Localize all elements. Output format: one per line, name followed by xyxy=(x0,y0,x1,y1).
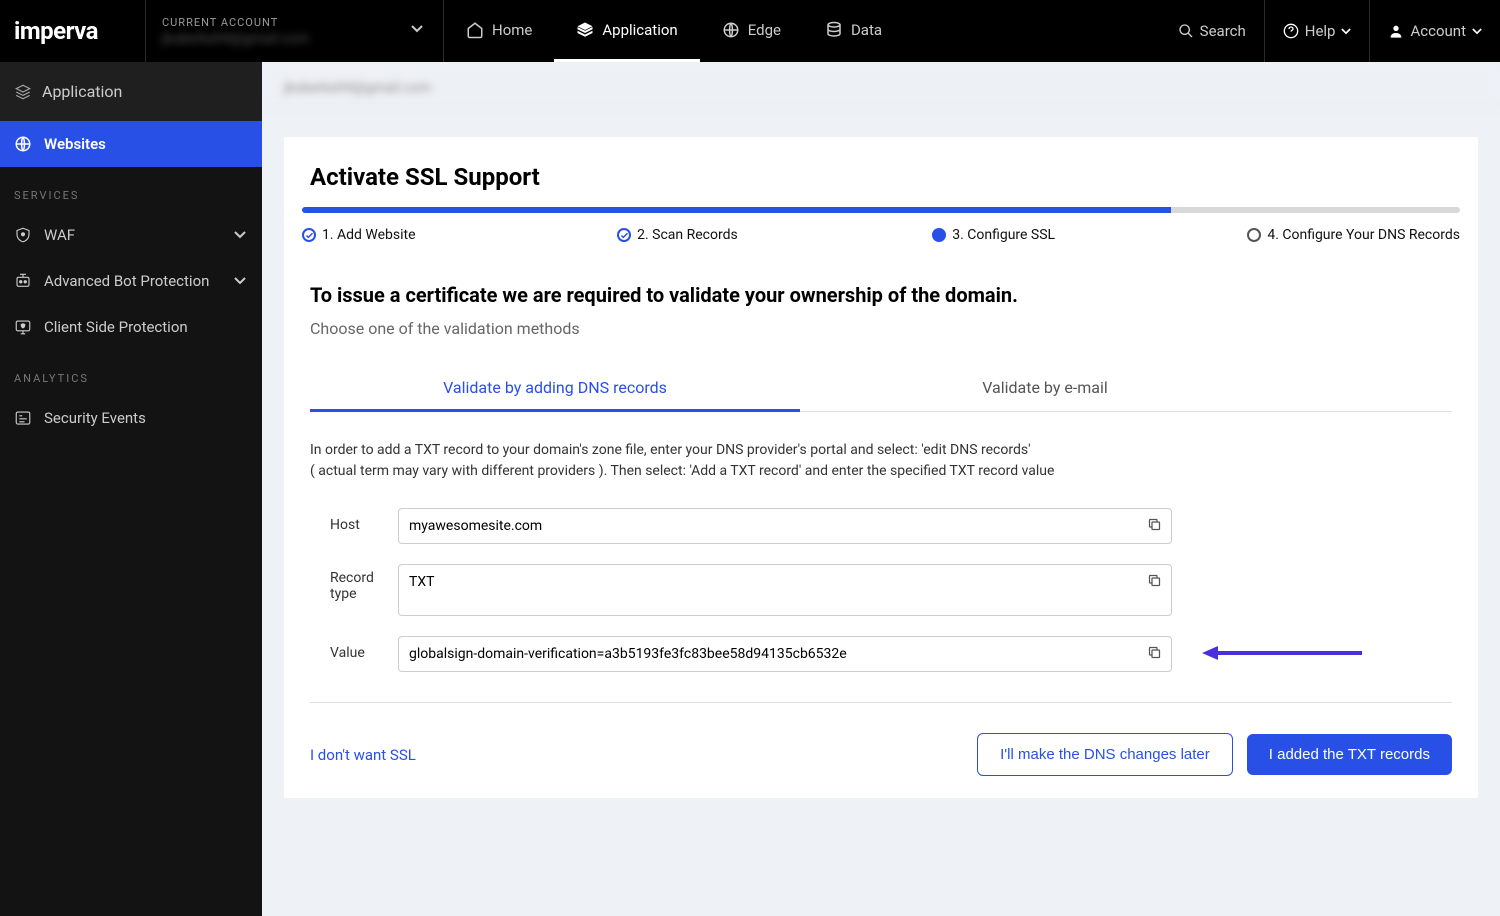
nav-home-label: Home xyxy=(492,21,532,39)
section-subheading: Choose one of the validation methods xyxy=(310,319,1452,338)
sidebar-item-security-events[interactable]: Security Events xyxy=(0,395,262,441)
sidebar-item-csp[interactable]: Client Side Protection xyxy=(0,304,262,350)
page-title: Activate SSL Support xyxy=(310,163,1460,191)
globe-icon xyxy=(722,21,740,39)
copy-icon[interactable] xyxy=(1147,645,1162,660)
step-done-icon xyxy=(302,228,316,242)
search-button[interactable]: Search xyxy=(1160,0,1264,62)
main-card: Activate SSL Support 1. Add Website 2. S… xyxy=(284,137,1478,798)
nav-data-label: Data xyxy=(851,21,882,39)
stack-outline-icon xyxy=(14,83,32,101)
chevron-down-icon xyxy=(1472,28,1482,35)
step-2: 2. Scan Records xyxy=(617,227,932,243)
account-switcher[interactable]: CURRENT ACCOUNT jkuberka94@gmail.com xyxy=(146,0,444,62)
person-icon xyxy=(1388,23,1404,39)
nav-edge[interactable]: Edge xyxy=(700,0,803,62)
stack-icon xyxy=(576,21,594,39)
bot-icon xyxy=(14,272,32,290)
link-label: I don't want SSL xyxy=(310,746,416,764)
annotation-arrow xyxy=(1202,643,1362,661)
step-label: 3. Configure SSL xyxy=(952,227,1055,243)
sidebar-heading-label: Application xyxy=(42,82,122,101)
tab-label: Validate by e-mail xyxy=(982,378,1108,397)
dns-later-button[interactable]: I'll make the DNS changes later xyxy=(977,733,1233,776)
brand-logo[interactable]: imperva xyxy=(0,0,146,62)
events-icon xyxy=(14,409,32,427)
search-label: Search xyxy=(1200,22,1246,40)
breadcrumb: jkuberka94@gmail.com xyxy=(262,62,1500,107)
record-type-field[interactable]: TXT xyxy=(398,564,1172,616)
sidebar-item-label: WAF xyxy=(44,226,75,244)
shield-icon xyxy=(14,226,32,244)
account-button[interactable]: Account xyxy=(1369,0,1500,62)
step-1: 1. Add Website xyxy=(302,227,617,243)
record-type-label: Record type xyxy=(330,564,398,602)
tab-validate-email[interactable]: Validate by e-mail xyxy=(800,366,1290,411)
sidebar-item-label: Advanced Bot Protection xyxy=(44,272,209,290)
sidebar-item-waf[interactable]: WAF xyxy=(0,212,262,258)
globe-icon xyxy=(14,135,32,153)
chevron-down-icon xyxy=(1341,28,1351,35)
account-label: Account xyxy=(1410,22,1466,40)
no-ssl-link[interactable]: I don't want SSL xyxy=(310,746,416,764)
sidebar-heading: Application xyxy=(0,62,262,121)
database-icon xyxy=(825,21,843,39)
sidebar-item-websites[interactable]: Websites xyxy=(0,121,262,167)
step-label: 4. Configure Your DNS Records xyxy=(1267,227,1460,243)
nav-edge-label: Edge xyxy=(748,21,781,39)
help-label: Help xyxy=(1305,22,1336,40)
nav-application-label: Application xyxy=(602,21,677,39)
step-active-icon xyxy=(932,228,946,242)
account-switch-value: jkuberka94@gmail.com xyxy=(162,31,427,47)
nav-application[interactable]: Application xyxy=(554,0,699,62)
search-icon xyxy=(1178,23,1194,39)
sidebar-item-label: Websites xyxy=(44,135,106,153)
chevron-down-icon xyxy=(234,277,246,285)
step-label: 2. Scan Records xyxy=(637,227,738,243)
sidebar-section-services: SERVICES xyxy=(0,167,262,212)
progress-fill xyxy=(302,207,1171,213)
host-label: Host xyxy=(330,508,398,533)
step-label: 1. Add Website xyxy=(322,227,416,243)
chevron-down-icon xyxy=(411,25,423,33)
button-label: I'll make the DNS changes later xyxy=(1000,746,1210,763)
home-icon xyxy=(466,21,484,39)
value-field[interactable]: globalsign-domain-verification=a3b5193fe… xyxy=(398,636,1172,672)
monitor-shield-icon xyxy=(14,318,32,336)
instructions-line2: ( actual term may vary with different pr… xyxy=(310,461,1452,482)
copy-icon[interactable] xyxy=(1147,517,1162,532)
host-field[interactable]: myawesomesite.com xyxy=(398,508,1172,544)
brand-text: imperva xyxy=(14,17,98,45)
help-icon xyxy=(1283,23,1299,39)
value-label: Value xyxy=(330,636,398,661)
nav-data[interactable]: Data xyxy=(803,0,904,62)
sidebar-item-label: Security Events xyxy=(44,409,146,427)
instructions-line1: In order to add a TXT record to your dom… xyxy=(310,440,1452,461)
step-4: 4. Configure Your DNS Records xyxy=(1247,227,1460,243)
tab-validate-dns[interactable]: Validate by adding DNS records xyxy=(310,366,800,412)
step-3: 3. Configure SSL xyxy=(932,227,1247,243)
copy-icon[interactable] xyxy=(1147,573,1162,588)
sidebar-section-analytics: ANALYTICS xyxy=(0,350,262,395)
added-txt-button[interactable]: I added the TXT records xyxy=(1247,734,1452,775)
button-label: I added the TXT records xyxy=(1269,746,1430,763)
step-done-icon xyxy=(617,228,631,242)
progress-bar xyxy=(302,207,1460,213)
sidebar-item-abp[interactable]: Advanced Bot Protection xyxy=(0,258,262,304)
nav-home[interactable]: Home xyxy=(444,0,554,62)
sidebar-item-label: Client Side Protection xyxy=(44,318,188,336)
step-pending-icon xyxy=(1247,228,1261,242)
chevron-down-icon xyxy=(234,231,246,239)
help-button[interactable]: Help xyxy=(1264,0,1370,62)
tab-label: Validate by adding DNS records xyxy=(443,378,667,397)
account-switch-label: CURRENT ACCOUNT xyxy=(162,16,427,29)
section-heading: To issue a certificate we are required t… xyxy=(310,283,1452,307)
